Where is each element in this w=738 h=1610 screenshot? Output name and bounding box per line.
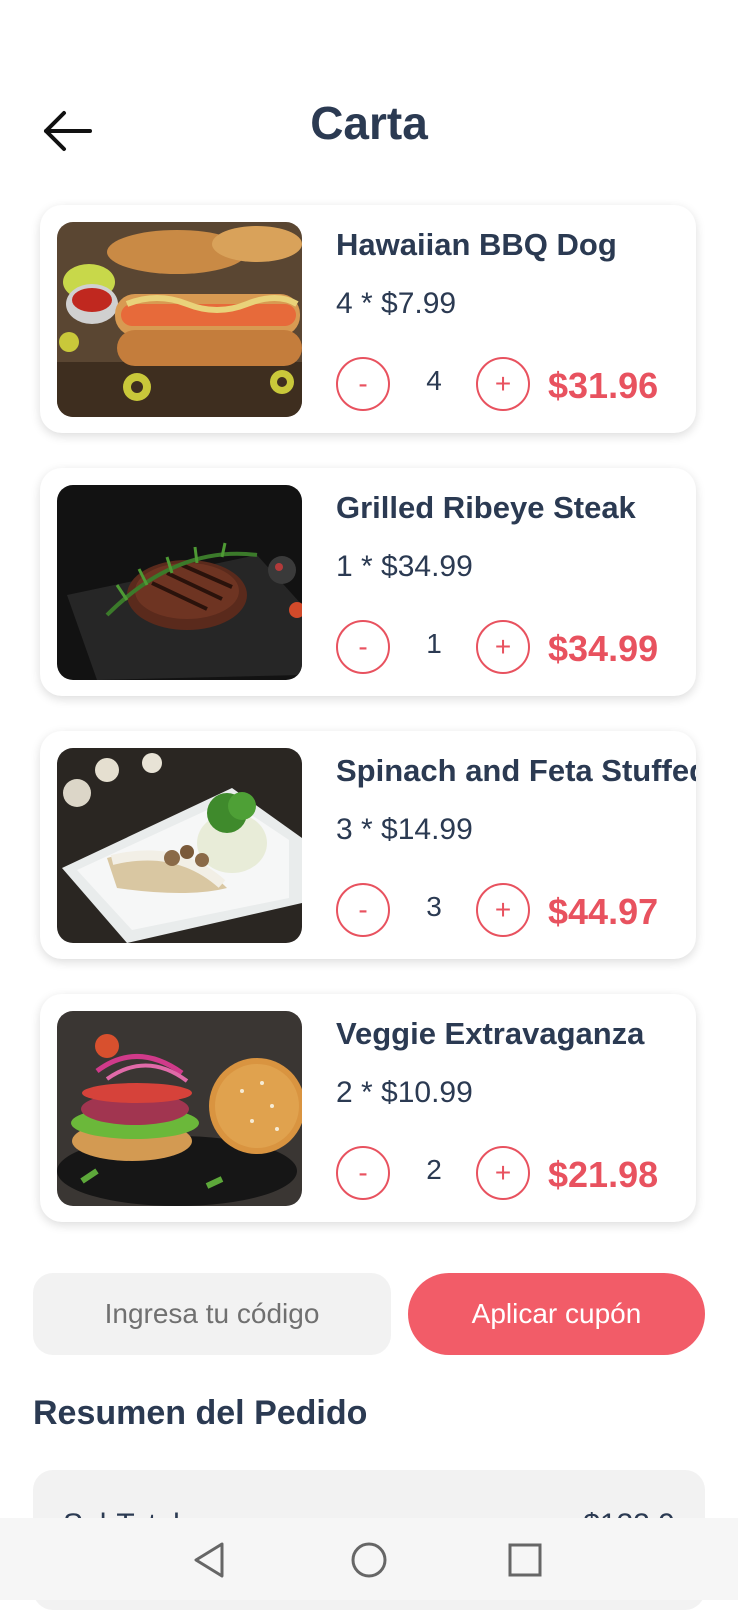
decrease-quantity-button[interactable]: - xyxy=(336,883,390,937)
nav-home-button[interactable] xyxy=(347,1538,391,1582)
cart-item: Hawaiian BBQ Dog 4 * $7.99 - 4 + $31.96 xyxy=(40,205,696,433)
header: Carta xyxy=(0,90,738,170)
increase-quantity-button[interactable]: + xyxy=(476,1146,530,1200)
stuffed-chicken-image xyxy=(57,748,302,943)
coupon-code-input[interactable] xyxy=(33,1273,391,1355)
decrease-quantity-button[interactable]: - xyxy=(336,357,390,411)
item-name: Hawaiian BBQ Dog xyxy=(336,227,617,262)
quantity-value: 3 xyxy=(426,891,442,922)
item-total: $34.99 xyxy=(548,628,659,669)
item-unit-price: 1 * $34.99 xyxy=(336,550,473,583)
nav-back-button[interactable] xyxy=(188,1538,232,1582)
cart-item: Veggie Extravaganza 2 * $10.99 - 2 + $21… xyxy=(40,994,696,1222)
increase-quantity-button[interactable]: + xyxy=(476,883,530,937)
order-summary-title: Resumen del Pedido xyxy=(33,1394,368,1432)
quantity-value: 4 xyxy=(426,365,442,396)
steak-image xyxy=(57,485,302,680)
nav-recents-button[interactable] xyxy=(503,1538,547,1582)
page-title: Carta xyxy=(310,97,428,149)
apply-coupon-button[interactable]: Aplicar cupón xyxy=(408,1273,705,1355)
system-navigation-bar xyxy=(0,1518,738,1600)
quantity-value: 2 xyxy=(426,1154,442,1185)
veggie-burger-image xyxy=(57,1011,302,1206)
increase-quantity-button[interactable]: + xyxy=(476,357,530,411)
item-name: Spinach and Feta Stuffed xyxy=(336,753,696,788)
home-circle-icon xyxy=(351,1542,387,1578)
item-unit-price: 3 * $14.99 xyxy=(336,813,473,846)
item-unit-price: 2 * $10.99 xyxy=(336,1076,473,1109)
back-triangle-icon xyxy=(194,1542,224,1578)
item-name: Veggie Extravaganza xyxy=(336,1016,645,1051)
item-total: $31.96 xyxy=(548,365,659,406)
item-name: Grilled Ribeye Steak xyxy=(336,490,636,525)
hotdog-image xyxy=(57,222,302,417)
item-total: $44.97 xyxy=(548,891,659,932)
quantity-value: 1 xyxy=(426,628,442,659)
decrease-quantity-button[interactable]: - xyxy=(336,1146,390,1200)
item-total: $21.98 xyxy=(548,1154,659,1195)
cart-item: Spinach and Feta Stuffed 3 * $14.99 - 3 … xyxy=(40,731,696,959)
item-unit-price: 4 * $7.99 xyxy=(336,287,457,320)
increase-quantity-button[interactable]: + xyxy=(476,620,530,674)
cart-item: Grilled Ribeye Steak 1 * $34.99 - 1 + $3… xyxy=(40,468,696,696)
recents-square-icon xyxy=(508,1543,542,1577)
decrease-quantity-button[interactable]: - xyxy=(336,620,390,674)
